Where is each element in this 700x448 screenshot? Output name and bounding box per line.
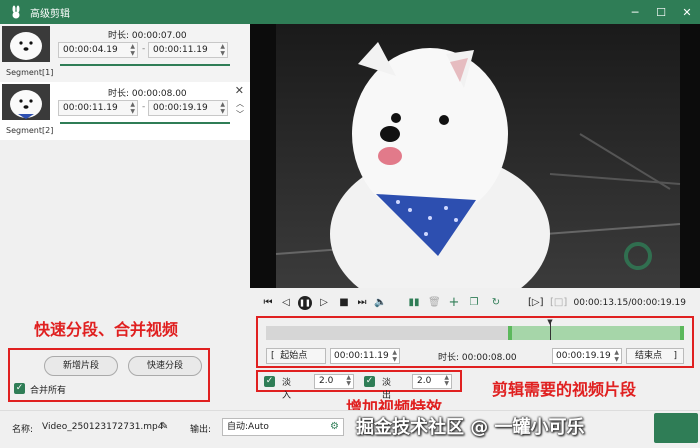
bracket: ] xyxy=(673,351,677,361)
end-time-input[interactable]: 00:00:19.19 ▲ ▼ xyxy=(552,348,622,364)
fade-in-value: 2.0 xyxy=(319,376,334,386)
end-point-label: 结束点 xyxy=(635,351,663,361)
segment-label: Segment[2] xyxy=(6,126,54,135)
segment-duration: 时长: 00:00:08.00 xyxy=(108,86,187,99)
duration-value: 00:00:07.00 xyxy=(131,31,187,41)
end-value: 00:00:19.19 xyxy=(153,103,208,113)
segment-progress xyxy=(60,122,230,124)
step-forward-icon[interactable]: ▷ xyxy=(318,296,330,310)
fade-in-checkbox[interactable]: ✓ xyxy=(264,376,275,387)
range-dash: - xyxy=(142,102,146,112)
gear-icon[interactable]: ⚙ xyxy=(330,419,339,435)
duration-label: 时长: xyxy=(108,31,130,41)
segment-label: Segment[1] xyxy=(6,68,54,77)
spin-icon[interactable]: ▲ ▼ xyxy=(444,375,449,387)
output-select[interactable]: 自动:Auto ⚙ xyxy=(222,418,344,436)
start-value: 00:00:04.19 xyxy=(63,45,118,55)
redo-icon[interactable]: ↻ xyxy=(490,296,502,310)
duration-value: 00:00:08.00 xyxy=(131,89,187,99)
video-preview[interactable] xyxy=(250,24,700,288)
playhead-marker-icon: ▼ xyxy=(547,318,553,326)
segment-duration: 时长: 00:00:07.00 xyxy=(108,28,187,41)
end-time-value: 00:00:19.19 xyxy=(556,351,611,361)
stop-icon[interactable]: ■ xyxy=(338,296,350,310)
name-label: 名称: xyxy=(12,425,34,435)
spin-icon[interactable]: ▲ ▼ xyxy=(392,349,397,363)
close-icon[interactable]: ✕ xyxy=(674,0,700,24)
pencil-icon[interactable]: ✎ xyxy=(160,421,168,432)
duration-value: 00:00:08.00 xyxy=(461,353,517,363)
start-time-input[interactable]: 00:00:11.19 ▲ ▼ xyxy=(330,348,400,364)
delete-icon[interactable]: 🗑 xyxy=(428,296,441,310)
start-value: 00:00:11.19 xyxy=(63,103,118,113)
range-duration: 时长: 00:00:08.00 xyxy=(438,350,517,363)
annotation-split-merge: 快速分段、合并视频 xyxy=(34,320,179,339)
merge-all-checkbox[interactable]: ✓ xyxy=(14,383,25,394)
timeline-track[interactable]: ▼ xyxy=(266,318,684,340)
spin-icon[interactable]: ▲ ▼ xyxy=(614,349,619,363)
volume-icon[interactable]: 🔈 xyxy=(374,296,386,310)
segment-progress xyxy=(60,64,230,66)
fade-out-value: 2.0 xyxy=(417,376,432,386)
spin-icon[interactable]: ▲ ▼ xyxy=(220,43,225,57)
output-value: 自动:Auto xyxy=(227,422,269,432)
watermark: 掘金技术社区 @ 一罐小可乐 xyxy=(356,417,585,438)
close-icon[interactable]: ✕ xyxy=(235,84,244,97)
add-icon[interactable]: + xyxy=(448,296,460,310)
rabbit-icon xyxy=(8,5,24,19)
title-bar: 高级剪辑 ─ ☐ ✕ xyxy=(0,0,700,24)
segment-end-input[interactable]: 00:00:11.19 ▲ ▼ xyxy=(148,42,228,58)
skip-end-icon[interactable]: ⏭ xyxy=(356,296,368,310)
split-icon[interactable]: ▮▮ xyxy=(408,296,420,310)
bottom-bar: 名称: Video_250123172731.mp4 ✎ 输出: 自动:Auto… xyxy=(0,410,700,448)
minimize-icon[interactable]: ─ xyxy=(622,0,648,24)
start-point-label: 起始点 xyxy=(280,351,308,361)
segment-start-input[interactable]: 00:00:11.19 ▲ ▼ xyxy=(58,100,138,116)
segment-item[interactable]: Segment[2] 时长: 00:00:08.00 00:00:11.19 ▲ ▼… xyxy=(0,82,250,140)
mark-in-icon[interactable]: [▷] xyxy=(528,296,544,310)
segment-panel: Segment[1] 时长: 00:00:07.00 00:00:04.19 ▲ ▼… xyxy=(0,24,250,410)
skip-start-icon[interactable]: ⏮ xyxy=(262,296,274,310)
annotation-clip-segment: 剪辑需要的视频片段 xyxy=(492,380,637,399)
segment-end-input[interactable]: 00:00:19.19 ▲ ▼ xyxy=(148,100,228,116)
control-toolbar: ⏮ ◁ ❚❚ ▷ ■ ⏭ 🔈 ▮▮ 🗑 + ❐ ↻ [▷] [□] 00:00:… xyxy=(250,294,700,312)
fade-in-input[interactable]: 2.0 ▲ ▼ xyxy=(314,374,354,389)
segment-thumbnail xyxy=(2,26,50,62)
merge-all-label: 合并所有 xyxy=(30,386,67,396)
player-controls: ⏮ ◁ ❚❚ ▷ ■ ⏭ 🔈 ▮▮ 🗑 + ❐ ↻ [▷] [□] 00:00:… xyxy=(250,288,700,417)
segment-thumbnail xyxy=(2,84,50,120)
fade-out-input[interactable]: 2.0 ▲ ▼ xyxy=(412,374,452,389)
mark-out-icon[interactable]: [□] xyxy=(550,296,567,310)
chevron-down-icon[interactable]: ︿ ﹀ xyxy=(236,98,244,120)
bracket: [ xyxy=(271,351,275,361)
duration-label: 时长: xyxy=(108,89,130,99)
file-name: Video_250123172731.mp4 xyxy=(42,422,164,432)
window-title: 高级剪辑 xyxy=(30,8,70,20)
output-label: 输出: xyxy=(190,425,212,435)
fade-in-label: 淡入 xyxy=(282,378,292,401)
spin-icon[interactable]: ▲ ▼ xyxy=(220,101,225,115)
start-button[interactable] xyxy=(654,413,698,443)
step-back-icon[interactable]: ◁ xyxy=(280,296,292,310)
selection-range[interactable] xyxy=(508,326,684,340)
end-point-button[interactable]: 结束点] xyxy=(626,348,684,364)
range-dash: - xyxy=(142,44,146,54)
quick-split-button[interactable]: 快速分段 xyxy=(128,356,202,376)
add-segment-button[interactable]: 新增片段 xyxy=(44,356,118,376)
fade-out-checkbox[interactable]: ✓ xyxy=(364,376,375,387)
maximize-icon[interactable]: ☐ xyxy=(648,0,674,24)
copy-icon[interactable]: ❐ xyxy=(468,296,480,310)
segment-start-input[interactable]: 00:00:04.19 ▲ ▼ xyxy=(58,42,138,58)
spin-icon[interactable]: ▲ ▼ xyxy=(130,43,135,57)
duration-label: 时长: xyxy=(438,353,460,363)
end-value: 00:00:11.19 xyxy=(153,45,208,55)
spin-icon[interactable]: ▲ ▼ xyxy=(346,375,351,387)
timecode: 00:00:13.15/00:00:19.19 xyxy=(573,298,687,308)
segment-item[interactable]: Segment[1] 时长: 00:00:07.00 00:00:04.19 ▲ ▼… xyxy=(0,24,250,82)
spin-icon[interactable]: ▲ ▼ xyxy=(130,101,135,115)
start-time-value: 00:00:11.19 xyxy=(334,351,389,361)
start-point-button[interactable]: [ 起始点 xyxy=(266,348,326,364)
pause-icon[interactable]: ❚❚ xyxy=(298,296,312,310)
range-controls: [ 起始点 00:00:11.19 ▲ ▼ 时长: 00:00:08.00 00:0… xyxy=(266,348,684,364)
